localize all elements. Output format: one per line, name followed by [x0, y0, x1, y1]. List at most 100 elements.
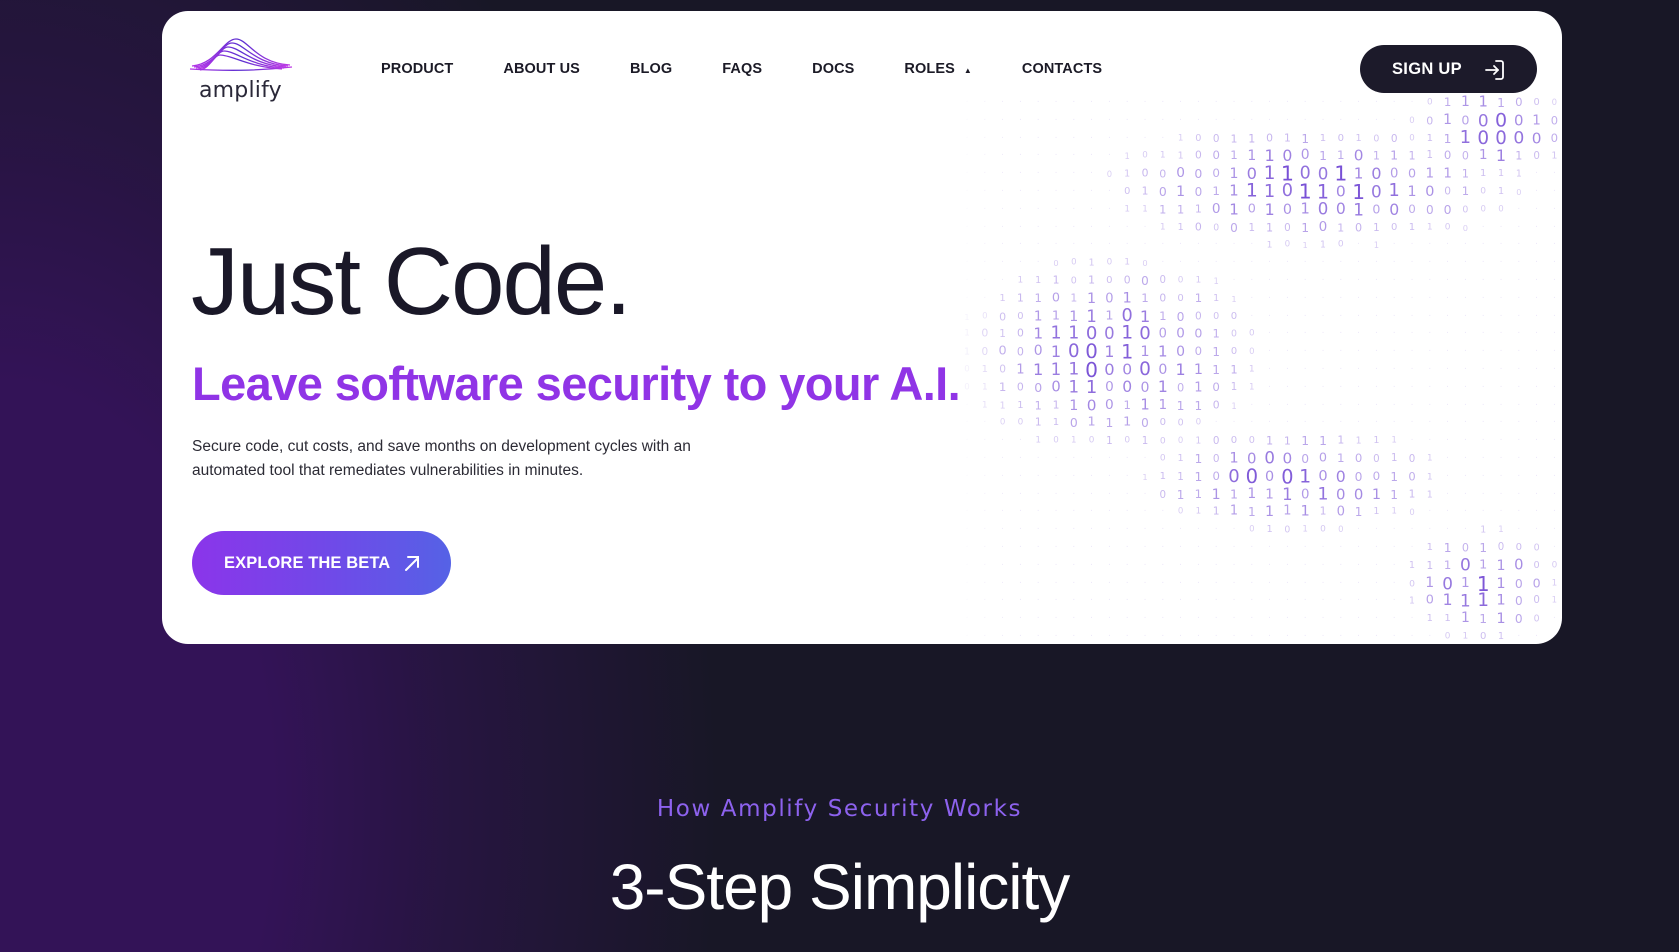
- binary-digit: 1: [1283, 503, 1292, 519]
- nav-label: ROLES: [904, 61, 955, 77]
- binary-digit: 1: [1371, 486, 1381, 503]
- binary-digit: ·: [1517, 382, 1521, 393]
- binary-digit: ·: [1303, 382, 1307, 393]
- hero-title: Just Code.: [191, 228, 632, 335]
- binary-digit: ·: [1374, 328, 1378, 339]
- nav-contacts[interactable]: CONTACTS: [1022, 61, 1102, 77]
- binary-digit: 1: [1316, 180, 1330, 204]
- nav-label: PRODUCT: [381, 61, 454, 77]
- binary-digit: ·: [1125, 97, 1129, 108]
- binary-digit: ·: [1535, 524, 1539, 535]
- nav-faqs[interactable]: FAQS: [722, 61, 762, 77]
- binary-digit: ·: [1392, 524, 1396, 535]
- binary-digit: ·: [1339, 346, 1343, 357]
- sign-up-button[interactable]: SIGN UP: [1360, 45, 1537, 93]
- binary-digit: ·: [1072, 613, 1076, 624]
- binary-digit: 0: [1104, 324, 1115, 344]
- binary-digit: ·: [1499, 239, 1503, 250]
- binary-digit: 1: [1426, 542, 1433, 553]
- binary-digit: 0: [1282, 146, 1293, 166]
- binary-digit: ·: [1517, 328, 1521, 339]
- binary-digit: ·: [1481, 506, 1485, 517]
- binary-digit: ·: [966, 241, 969, 250]
- binary-digit: ·: [1018, 222, 1022, 233]
- binary-digit: ·: [1090, 489, 1094, 500]
- binary-digit: 1: [1194, 291, 1203, 305]
- binary-digit: ·: [1499, 257, 1503, 268]
- binary-digit: 0: [1498, 204, 1504, 215]
- binary-digit: ·: [983, 150, 987, 161]
- nav-roles-dropdown[interactable]: ROLES ▲: [904, 61, 971, 77]
- binary-digit: 0: [1371, 164, 1382, 184]
- binary-digit: 0: [1443, 148, 1452, 163]
- binary-digit: 1: [1050, 359, 1062, 379]
- nav-about-us[interactable]: ABOUT US: [503, 61, 580, 77]
- binary-digit: ·: [1552, 204, 1556, 215]
- binary-digit: ·: [1018, 115, 1022, 126]
- binary-digit: ·: [1303, 400, 1307, 411]
- binary-digit: ·: [1463, 257, 1467, 268]
- binary-digit: ·: [1107, 524, 1111, 535]
- nav-blog[interactable]: BLOG: [630, 61, 672, 77]
- nav-product[interactable]: PRODUCT: [381, 61, 453, 77]
- binary-digit: ·: [1303, 311, 1307, 322]
- binary-digit: ·: [1339, 613, 1343, 624]
- binary-digit: ·: [1018, 97, 1022, 108]
- binary-digit: ·: [1232, 595, 1236, 606]
- binary-digit: 0: [1551, 97, 1558, 108]
- binary-digit: ·: [1303, 257, 1307, 268]
- binary-digit: 1: [964, 311, 970, 322]
- binary-digit: 1: [1480, 168, 1487, 180]
- binary-digit: ·: [1392, 400, 1396, 411]
- binary-digit: ·: [1072, 453, 1076, 464]
- binary-digit: ·: [1018, 613, 1022, 624]
- binary-digit: 1: [1498, 524, 1504, 535]
- logo-wordmark: amplify: [199, 78, 282, 103]
- binary-digit: ·: [1161, 613, 1165, 624]
- binary-digit: 0: [1389, 166, 1399, 182]
- binary-digit: ·: [1250, 631, 1254, 642]
- binary-digit: ·: [1268, 400, 1272, 411]
- binary-digit: ·: [1196, 257, 1200, 268]
- binary-digit: ·: [1535, 489, 1539, 500]
- binary-digit: 1: [1390, 148, 1399, 164]
- binary-digit: ·: [1036, 204, 1040, 215]
- explore-beta-button[interactable]: EXPLORE THE BETA: [192, 531, 451, 595]
- binary-digit: 0: [1299, 163, 1311, 184]
- binary-digit: 1: [1195, 506, 1202, 517]
- binary-digit: ·: [966, 490, 969, 499]
- binary-digit: 0: [1264, 448, 1275, 468]
- binary-digit: 1: [1071, 435, 1077, 446]
- binary-digit: 0: [1281, 465, 1294, 489]
- binary-digit: 0: [1317, 199, 1329, 219]
- binary-digit: ·: [1517, 471, 1521, 482]
- binary-digit: 1: [1229, 486, 1239, 502]
- logo[interactable]: amplify: [186, 31, 296, 111]
- binary-digit: 0: [1085, 340, 1098, 364]
- binary-digit: ·: [983, 435, 987, 446]
- binary-digit: 0: [1531, 128, 1542, 147]
- binary-digit: ·: [1036, 506, 1040, 517]
- nav-docs[interactable]: DOCS: [812, 61, 854, 77]
- binary-digit: ·: [1463, 471, 1467, 482]
- binary-digit: 0: [1335, 200, 1346, 218]
- binary-digit: ·: [1374, 311, 1378, 322]
- binary-digit: ·: [983, 524, 987, 535]
- binary-digit: ·: [1517, 275, 1521, 286]
- binary-digit: ·: [1392, 115, 1396, 126]
- binary-digit: ·: [1392, 631, 1396, 642]
- binary-digit: ·: [966, 188, 969, 197]
- binary-digit: ·: [1285, 293, 1289, 304]
- binary-digit: ·: [1143, 489, 1147, 500]
- binary-digit: 1: [1337, 148, 1345, 163]
- binary-digit: ·: [1410, 328, 1414, 339]
- binary-digit: ·: [1428, 400, 1432, 411]
- binary-digit: ·: [1001, 168, 1005, 179]
- binary-digit: ·: [1410, 364, 1414, 375]
- binary-digit: ·: [1428, 524, 1432, 535]
- binary-digit: ·: [1357, 631, 1361, 642]
- binary-digit: 0: [1513, 127, 1525, 148]
- binary-digit: 0: [1017, 310, 1024, 322]
- binary-digit: 1: [1320, 239, 1326, 251]
- binary-digit: 1: [1247, 148, 1257, 165]
